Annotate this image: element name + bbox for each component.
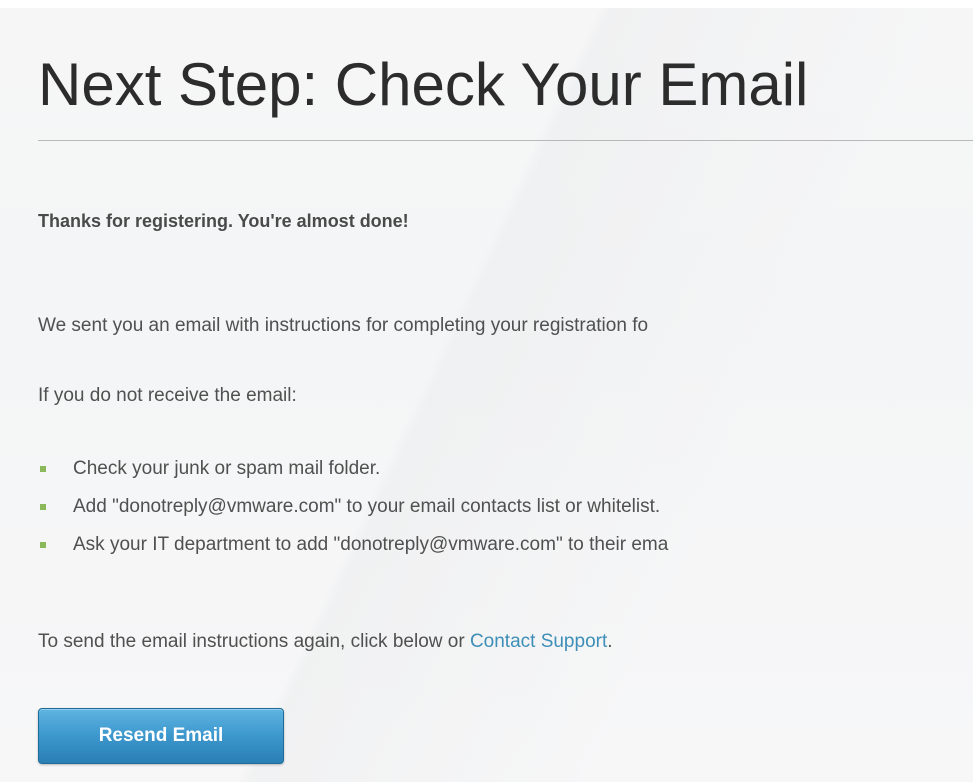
list-item: Ask your IT department to add "donotrepl… [38,532,668,570]
resend-instructions-text: To send the email instructions again, cl… [38,631,470,652]
list-item-text: Add "donotreply@vmware.com" to your emai… [73,496,661,517]
square-bullet-icon [40,542,46,548]
list-item: Check your junk or spam mail folder. [38,456,668,494]
troubleshooting-list: Check your junk or spam mail folder. Add… [38,456,668,570]
list-item-text: Check your junk or spam mail folder. [73,458,381,479]
resend-instructions: To send the email instructions again, cl… [38,629,613,655]
top-strip [0,0,973,8]
thanks-message: Thanks for registering. You're almost do… [38,211,409,231]
list-item: Add "donotreply@vmware.com" to your emai… [38,494,668,532]
square-bullet-icon [40,466,46,472]
sent-email-message: We sent you an email with instructions f… [38,315,649,336]
registration-confirmation-page: Next Step: Check Your Email Thanks for r… [0,0,973,782]
page-title: Next Step: Check Your Email [38,51,809,118]
not-received-message: If you do not receive the email: [38,385,297,406]
square-bullet-icon [40,504,46,510]
contact-support-link[interactable]: Contact Support [470,631,607,652]
title-divider [38,140,973,141]
resend-email-button[interactable]: Resend Email [38,708,284,764]
list-item-text: Ask your IT department to add "donotrepl… [73,534,669,555]
resend-instructions-period: . [607,631,613,652]
